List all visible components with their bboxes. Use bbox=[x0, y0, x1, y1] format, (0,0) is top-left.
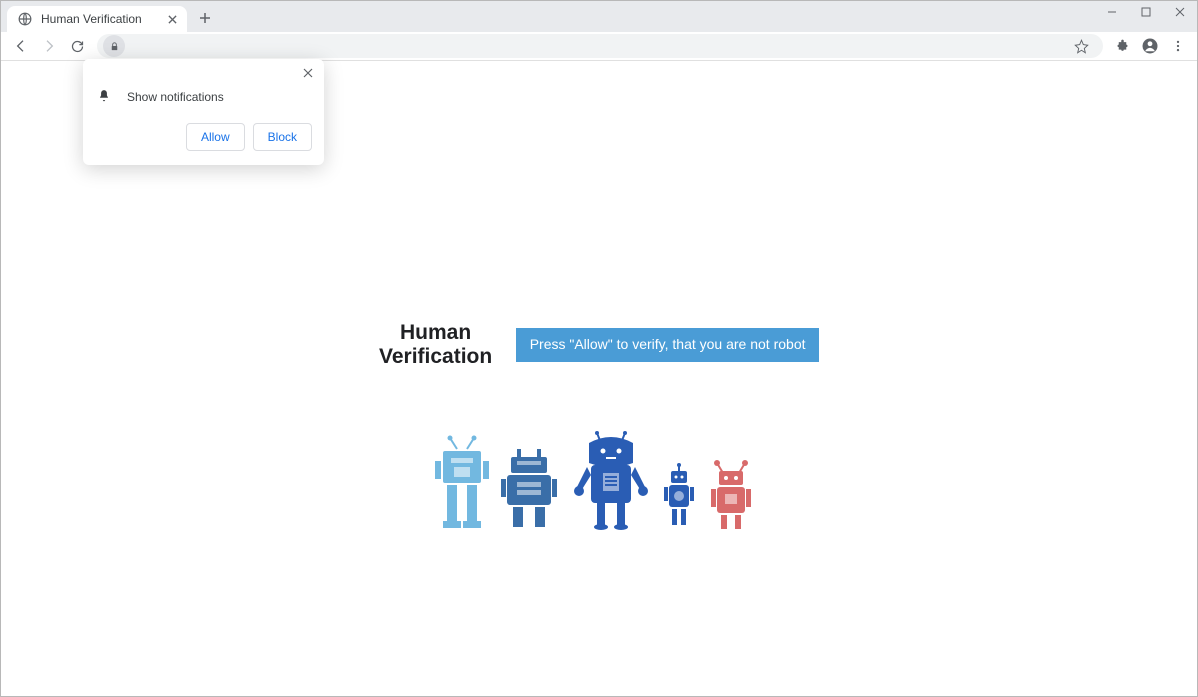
notification-permission-popup: Show notifications Allow Block bbox=[83, 59, 324, 165]
toolbar bbox=[1, 32, 1197, 61]
toolbar-rhs bbox=[1109, 32, 1191, 60]
bookmark-button[interactable] bbox=[1067, 32, 1095, 60]
site-info-button[interactable] bbox=[103, 35, 125, 57]
tab-title: Human Verification bbox=[41, 12, 165, 26]
block-button[interactable]: Block bbox=[253, 123, 312, 151]
new-tab-button[interactable] bbox=[191, 4, 219, 32]
popup-body: Show notifications bbox=[95, 89, 312, 105]
person-circle-icon bbox=[1141, 37, 1159, 55]
close-window-button[interactable] bbox=[1163, 1, 1197, 23]
kebab-icon bbox=[1171, 39, 1185, 53]
allow-button[interactable]: Allow bbox=[186, 123, 245, 151]
profile-button[interactable] bbox=[1137, 32, 1163, 60]
close-tab-icon[interactable] bbox=[165, 12, 179, 26]
globe-icon bbox=[17, 11, 33, 27]
back-button[interactable] bbox=[7, 32, 35, 60]
popup-actions: Allow Block bbox=[95, 123, 312, 151]
extensions-button[interactable] bbox=[1109, 32, 1135, 60]
page-heading: Human Verification bbox=[379, 321, 492, 369]
close-icon bbox=[303, 68, 313, 78]
star-icon bbox=[1074, 39, 1089, 54]
bell-icon bbox=[97, 89, 113, 105]
maximize-button[interactable] bbox=[1129, 1, 1163, 23]
popup-close-button[interactable] bbox=[300, 65, 316, 81]
tab-strip: Human Verification bbox=[1, 1, 1197, 32]
address-bar[interactable] bbox=[97, 34, 1103, 58]
heading-line1: Human bbox=[379, 321, 492, 345]
reload-button[interactable] bbox=[63, 32, 91, 60]
robots-illustration bbox=[429, 431, 769, 541]
tabs-area: Human Verification bbox=[1, 1, 219, 32]
forward-button[interactable] bbox=[35, 32, 63, 60]
menu-button[interactable] bbox=[1165, 32, 1191, 60]
window-controls bbox=[1095, 1, 1197, 32]
popup-message: Show notifications bbox=[127, 90, 224, 104]
cta-banner: Press "Allow" to verify, that you are no… bbox=[516, 328, 819, 362]
puzzle-icon bbox=[1115, 39, 1130, 54]
browser-window: Human Verification bbox=[0, 0, 1198, 697]
lock-icon bbox=[109, 41, 120, 52]
minimize-button[interactable] bbox=[1095, 1, 1129, 23]
tab-active[interactable]: Human Verification bbox=[7, 6, 187, 32]
verification-row: Human Verification Press "Allow" to veri… bbox=[379, 321, 819, 369]
heading-line2: Verification bbox=[379, 345, 492, 369]
